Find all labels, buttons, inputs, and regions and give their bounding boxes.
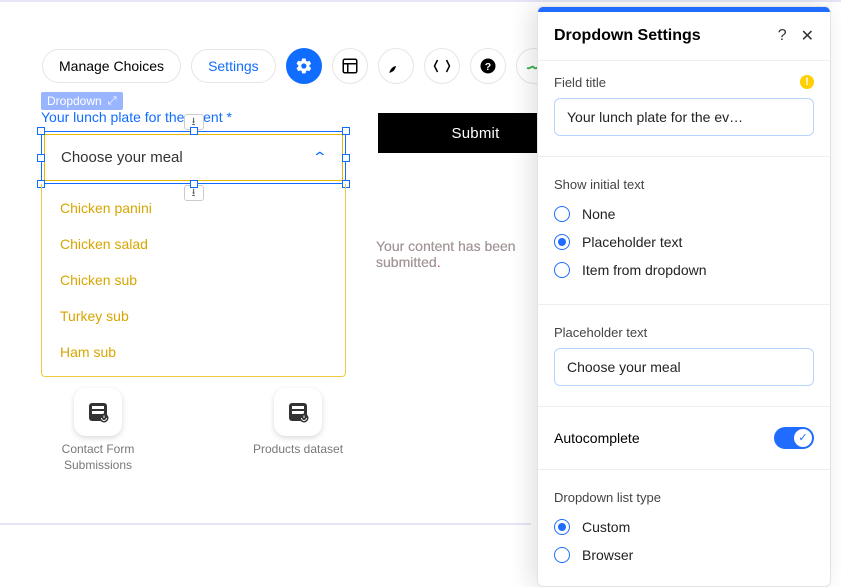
page-top-separator [0, 0, 841, 2]
dataset-item[interactable]: Contact Form Submissions [38, 388, 158, 473]
radio-icon [554, 547, 570, 563]
show-initial-text-label: Show initial text [554, 177, 814, 192]
dropdown-option[interactable]: Chicken sub [42, 262, 345, 298]
panel-divider [538, 469, 830, 470]
dataset-icon [74, 388, 122, 436]
warning-icon[interactable]: ! [800, 75, 814, 89]
dropdown-option[interactable]: Ham sub [42, 334, 345, 370]
list-type-label: Dropdown list type [554, 490, 814, 505]
datasets-row: Contact Form Submissions Products datase… [38, 388, 358, 473]
field-title-input[interactable]: Your lunch plate for the ev… [554, 98, 814, 136]
footer-separator [0, 523, 531, 525]
panel-divider [538, 406, 830, 407]
radio-item[interactable]: Item from dropdown [554, 256, 814, 284]
close-icon[interactable]: ✕ [801, 26, 814, 46]
list-type-label-text: Dropdown list type [554, 490, 661, 505]
dataset-icon [274, 388, 322, 436]
resize-handle[interactable] [342, 127, 350, 135]
status-message-success: Your content has been submitted [376, 238, 536, 270]
resize-handle[interactable] [190, 127, 198, 135]
submit-label: Submit [452, 125, 500, 142]
panel-header: Dropdown Settings ? ✕ [538, 12, 830, 61]
panel-title: Dropdown Settings [554, 27, 701, 45]
autocomplete-label: Autocomplete [554, 430, 640, 446]
radio-label: Item from dropdown [582, 262, 707, 278]
dropdown-option[interactable]: Turkey sub [42, 298, 345, 334]
resize-handle[interactable] [37, 154, 45, 162]
svg-text:?: ? [484, 61, 490, 73]
settings-button[interactable]: Settings [191, 49, 276, 83]
element-toolbar: Manage Choices Settings ? [42, 48, 552, 84]
radio-icon [554, 234, 570, 250]
dropdown-input[interactable]: Choose your meal ⌃ [44, 134, 343, 181]
dataset-label: Products dataset [253, 442, 343, 458]
dropdown-options-list: Chicken panini Chicken salad Chicken sub… [41, 184, 346, 377]
field-title-label-text: Field title [554, 75, 606, 90]
toggle-knob-icon: ✓ [794, 429, 812, 447]
placeholder-label-text: Placeholder text [554, 325, 647, 340]
manage-choices-label: Manage Choices [59, 58, 164, 74]
animation-icon[interactable] [378, 48, 414, 84]
layout-icon[interactable] [332, 48, 368, 84]
autocomplete-row: Autocomplete ✓ [554, 427, 814, 449]
radio-none[interactable]: None [554, 200, 814, 228]
resize-handle[interactable] [342, 154, 350, 162]
radio-icon [554, 206, 570, 222]
dropdown-option[interactable]: Chicken panini [42, 190, 345, 226]
dropdown-placeholder: Choose your meal [61, 149, 183, 166]
help-icon[interactable]: ? [470, 48, 506, 84]
placeholder-text-input[interactable]: Choose your meal [554, 348, 814, 386]
settings-panel: Dropdown Settings ? ✕ Field title ! Your… [537, 6, 831, 587]
placeholder-text-label: Placeholder text [554, 325, 814, 340]
radio-list-browser[interactable]: Browser [554, 541, 814, 569]
radio-list-custom[interactable]: Custom [554, 513, 814, 541]
dropdown-element[interactable]: Your lunch plate for the event * ⭳ Choos… [41, 107, 346, 184]
radio-label: Custom [582, 519, 630, 535]
dropdown-option[interactable]: Chicken salad [42, 226, 345, 262]
manage-choices-button[interactable]: Manage Choices [42, 49, 181, 83]
show-initial-text-label-text: Show initial text [554, 177, 644, 192]
settings-label: Settings [208, 58, 259, 74]
design-icon[interactable] [286, 48, 322, 84]
autocomplete-toggle[interactable]: ✓ [774, 427, 814, 449]
dataset-label: Contact Form Submissions [38, 442, 158, 473]
panel-divider [538, 304, 830, 305]
radio-label: None [582, 206, 615, 222]
field-title-label: Field title ! [554, 75, 814, 90]
status-messages: Your content has been submitted. Your co… [376, 238, 536, 270]
chevron-up-icon[interactable]: ⌃ [312, 149, 328, 166]
panel-help-icon[interactable]: ? [778, 27, 787, 45]
element-expand-icon[interactable]: ⤢ [108, 95, 117, 108]
panel-body: Field title ! Your lunch plate for the e… [538, 61, 830, 586]
radio-placeholder[interactable]: Placeholder text [554, 228, 814, 256]
radio-icon [554, 519, 570, 535]
element-tag-label: Dropdown [47, 94, 102, 108]
resize-handle[interactable] [37, 127, 45, 135]
radio-label: Browser [582, 547, 633, 563]
panel-divider [538, 156, 830, 157]
dataset-item[interactable]: Products dataset [238, 388, 358, 473]
dropdown-selection-box: ⭳ Choose your meal ⌃ ⭳ [41, 131, 346, 184]
radio-label: Placeholder text [582, 234, 682, 250]
radio-icon [554, 262, 570, 278]
stretch-icon[interactable] [424, 48, 460, 84]
